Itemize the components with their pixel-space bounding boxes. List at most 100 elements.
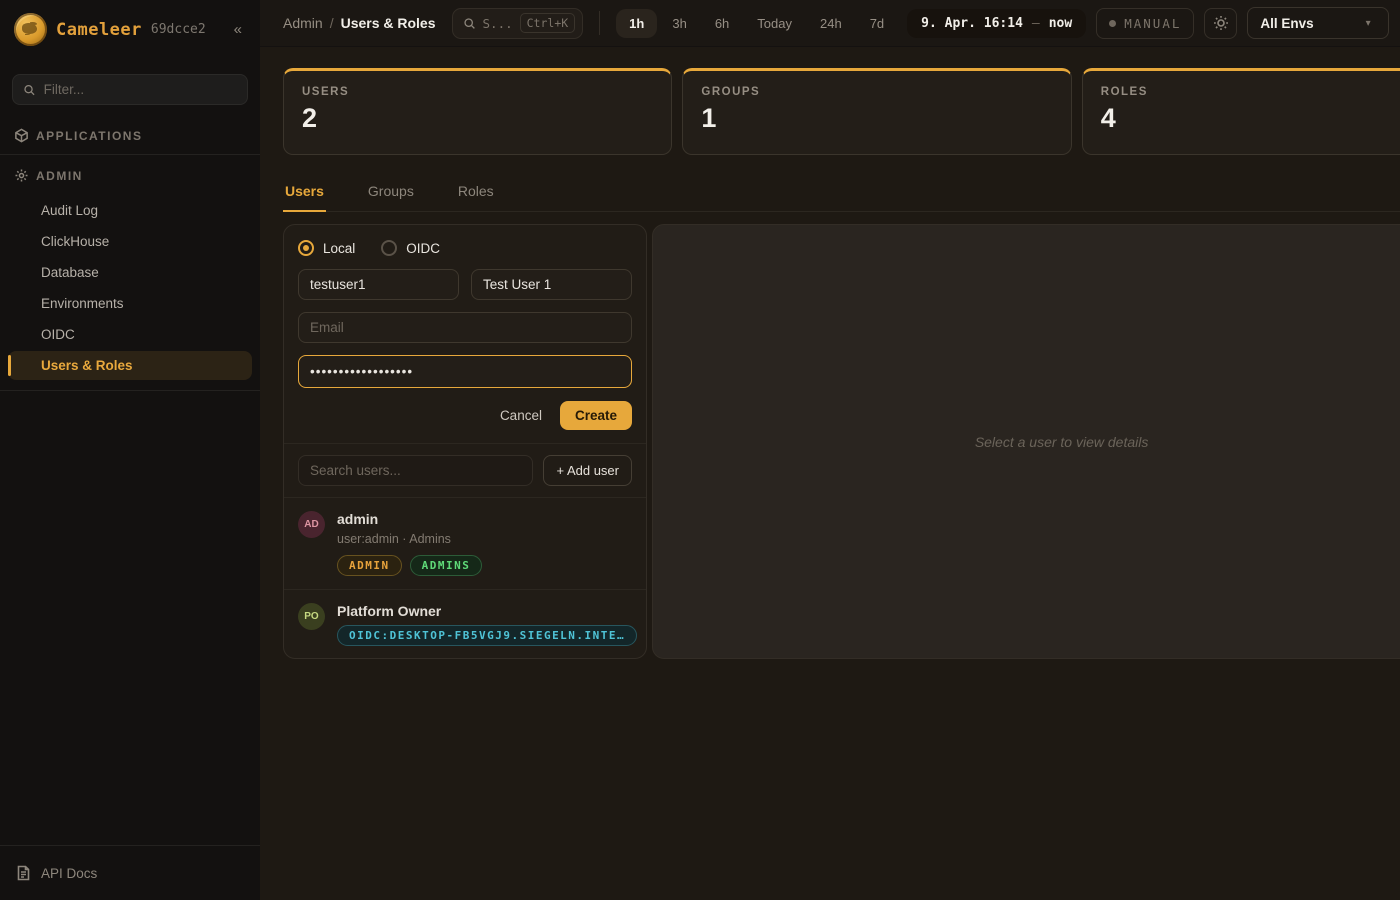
user-type-radios: Local OIDC — [298, 240, 632, 256]
stat-value: 1 — [701, 103, 1052, 134]
app-logo-icon — [14, 13, 47, 46]
environment-value: All Envs — [1260, 16, 1313, 31]
oidc-issuer-badge: OIDC:DESKTOP-FB5VGJ9.SIEGELN.INTERNAL — [337, 625, 637, 646]
create-user-form: Local OIDC — [284, 225, 646, 443]
user-subtitle: user:oidc:8evzqofluhld · no groups — [337, 657, 632, 659]
sidebar-section-label: APPLICATIONS — [36, 129, 142, 143]
breadcrumb: Admin / Users & Roles — [283, 15, 436, 31]
email-field[interactable] — [298, 312, 632, 343]
radio-dot-icon — [298, 240, 314, 256]
radio-local[interactable]: Local — [298, 240, 355, 256]
sidebar-section-label: ADMIN — [36, 169, 83, 183]
sidebar-collapse-button[interactable]: « — [228, 19, 248, 40]
empty-state-message: Select a user to view details — [975, 434, 1149, 450]
breadcrumb-page: Users & Roles — [341, 15, 436, 31]
sidebar-item-clickhouse[interactable]: ClickHouse — [8, 227, 252, 256]
display-name-field[interactable] — [471, 269, 632, 300]
sidebar-item-audit-log[interactable]: Audit Log — [8, 196, 252, 225]
stat-value: 4 — [1101, 103, 1400, 134]
logo-row: Cameleer 69dcce2 « — [0, 0, 260, 56]
sun-icon — [1213, 15, 1229, 31]
time-range-separator: — — [1032, 16, 1040, 31]
tab-users[interactable]: Users — [283, 175, 326, 212]
tab-groups[interactable]: Groups — [366, 175, 416, 211]
tab-roles[interactable]: Roles — [456, 175, 496, 211]
sidebar-item-database[interactable]: Database — [8, 258, 252, 287]
refresh-mode-label: MANUAL — [1124, 16, 1181, 31]
sidebar-footer: API Docs — [0, 845, 260, 900]
time-range-6h[interactable]: 6h — [702, 9, 742, 38]
stat-label: USERS — [302, 86, 653, 98]
app-version: 69dcce2 — [151, 22, 206, 37]
user-detail-panel: Select a user to view details — [652, 224, 1400, 659]
breadcrumb-separator: / — [330, 15, 334, 31]
stat-cards: USERS 2 GROUPS 1 ROLES 4 — [283, 68, 1400, 155]
radio-label: OIDC — [406, 241, 440, 256]
time-range-3h[interactable]: 3h — [659, 9, 699, 38]
stat-label: ROLES — [1101, 86, 1400, 98]
sidebar-item-environments[interactable]: Environments — [8, 289, 252, 318]
sidebar-filter[interactable] — [12, 74, 248, 105]
user-row-platform-owner[interactable]: PO Platform Owner OIDC:DESKTOP-FB5VGJ9.S… — [284, 589, 646, 659]
user-subtitle: user:admin · Admins — [337, 532, 632, 546]
environment-selector[interactable]: All Envs ▾ — [1247, 7, 1389, 39]
stat-card-roles: ROLES 4 — [1082, 68, 1400, 155]
time-range-today[interactable]: Today — [744, 9, 805, 38]
radio-label: Local — [323, 241, 355, 256]
tab-bar: Users Groups Roles — [283, 175, 1400, 212]
app-root: Cameleer 69dcce2 « APPLICATIONS ADMIN Au… — [0, 0, 1400, 900]
stat-card-users: USERS 2 — [283, 68, 672, 155]
app-title: Cameleer — [56, 20, 142, 40]
time-range-group: 1h 3h 6h Today 24h 7d — [616, 9, 897, 38]
search-icon — [23, 83, 36, 97]
username-field[interactable] — [298, 269, 459, 300]
user-name: Platform Owner — [337, 603, 632, 619]
search-shortcut-kbd: Ctrl+K — [520, 13, 576, 33]
sidebar-section-applications[interactable]: APPLICATIONS — [0, 119, 260, 152]
theme-toggle-button[interactable] — [1204, 8, 1237, 39]
radio-dot-icon — [381, 240, 397, 256]
user-name: admin — [337, 511, 632, 527]
avatar: PO — [298, 603, 325, 630]
search-icon — [463, 17, 476, 30]
time-range-7d[interactable]: 7d — [857, 9, 897, 38]
sidebar-filter-input[interactable] — [44, 82, 237, 97]
radio-oidc[interactable]: OIDC — [381, 240, 440, 256]
top-bar: Admin / Users & Roles S... Ctrl+K 1h 3h … — [260, 0, 1400, 47]
password-field[interactable] — [298, 355, 632, 388]
divider — [0, 390, 260, 391]
user-row-admin[interactable]: AD admin user:admin · Admins ADMIN ADMIN… — [284, 497, 646, 589]
stat-label: GROUPS — [701, 86, 1052, 98]
global-search-placeholder: S... — [483, 16, 513, 31]
avatar: AD — [298, 511, 325, 538]
stat-value: 2 — [302, 103, 653, 134]
divider — [0, 154, 260, 155]
main-area: Admin / Users & Roles S... Ctrl+K 1h 3h … — [260, 0, 1400, 900]
document-icon — [16, 865, 31, 881]
time-range-24h[interactable]: 24h — [807, 9, 855, 38]
time-range-1h[interactable]: 1h — [616, 9, 657, 38]
status-dot — [1109, 20, 1116, 27]
user-list-toolbar: + Add user — [284, 443, 646, 497]
global-search[interactable]: S... Ctrl+K — [452, 8, 584, 39]
time-range-display[interactable]: 9. Apr. 16:14 — now — [907, 9, 1086, 38]
sidebar-item-oidc[interactable]: OIDC — [8, 320, 252, 349]
time-range-start: 9. Apr. 16:14 — [921, 16, 1023, 31]
sidebar-section-admin[interactable]: ADMIN — [0, 159, 260, 192]
breadcrumb-section[interactable]: Admin — [283, 15, 323, 31]
users-panel: Local OIDC — [283, 224, 1400, 659]
refresh-mode-button[interactable]: MANUAL — [1096, 8, 1194, 39]
time-range-end: now — [1049, 16, 1072, 31]
create-button[interactable]: Create — [560, 401, 632, 430]
group-badge-admins: ADMINS — [410, 555, 483, 576]
admin-nav: Audit Log ClickHouse Database Environmen… — [0, 192, 260, 388]
cancel-button[interactable]: Cancel — [500, 408, 542, 423]
chevron-down-icon: ▾ — [1366, 18, 1371, 29]
package-icon — [14, 128, 29, 143]
divider — [599, 11, 600, 35]
add-user-button[interactable]: + Add user — [543, 455, 632, 486]
search-users-input[interactable] — [298, 455, 533, 486]
sidebar-item-users-roles[interactable]: Users & Roles — [8, 351, 252, 380]
sidebar: Cameleer 69dcce2 « APPLICATIONS ADMIN Au… — [0, 0, 260, 900]
api-docs-link[interactable]: API Docs — [41, 866, 97, 881]
